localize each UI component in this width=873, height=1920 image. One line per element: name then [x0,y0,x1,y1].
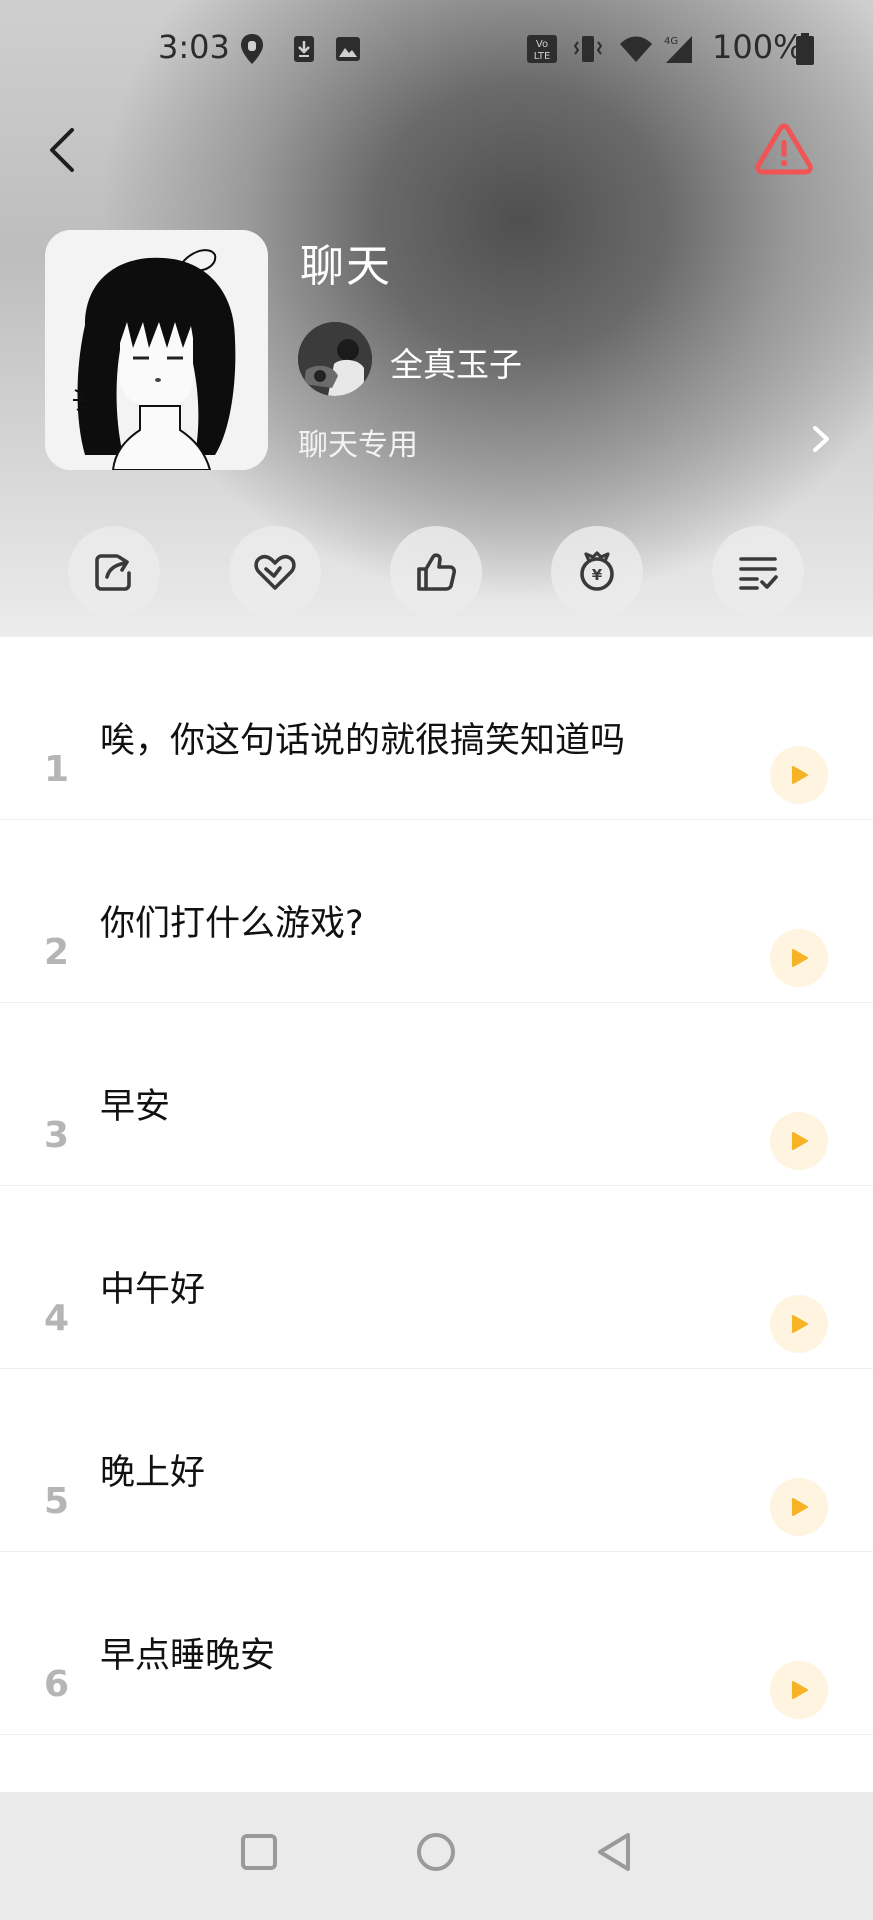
play-icon [792,766,808,784]
creator-avatar[interactable] [298,322,372,396]
track-number: 4 [44,1298,70,1339]
favorite-button[interactable] [229,526,321,618]
track-number: 5 [44,1481,70,1522]
track-number: 1 [44,749,70,790]
back-triangle-icon[interactable] [584,1822,644,1882]
track-row[interactable]: 5 晚上好 [0,1369,873,1552]
battery-percent: 100% [712,28,804,66]
playlist-cover[interactable] [45,230,268,470]
battery-icon [796,33,814,65]
chevron-right-icon[interactable] [806,422,836,456]
track-title: 早安 [100,1087,171,1127]
play-button[interactable] [770,929,828,987]
play-icon [792,1498,808,1516]
favorite-icon [254,554,296,590]
creator-name[interactable]: 全真玉子 [390,338,522,386]
signal-4g-icon: 4G [664,36,692,63]
wifi-icon [620,36,652,62]
play-button[interactable] [770,1112,828,1170]
play-icon [792,1681,808,1699]
track-number: 6 [44,1664,70,1705]
playlist-description[interactable]: 聊天专用 [298,420,418,464]
playlist-manage-button[interactable] [712,526,804,618]
recents-square-icon[interactable] [229,1822,289,1882]
track-number: 2 [44,932,70,973]
download-icon [294,36,314,62]
play-button[interactable] [770,1478,828,1536]
svg-text:Vo: Vo [536,39,548,50]
svg-text:LTE: LTE [534,51,551,62]
track-row[interactable]: 1 唉，你这句话说的就很搞笑知道吗 [0,637,873,820]
track-title: 晚上好 [100,1453,206,1493]
image-icon [336,37,360,61]
track-title: 你们打什么游戏? [100,904,364,944]
track-number: 3 [44,1115,70,1156]
status-bar: 3:03 Vo LTE 4G 100% [0,0,873,100]
playlist-icon [739,557,778,590]
status-time: 3:03 [158,28,230,66]
svg-text:4G: 4G [664,36,678,47]
vibrate-icon [573,36,603,62]
track-row[interactable]: 2 你们打什么游戏? [0,820,873,1003]
svg-text:¥: ¥ [592,566,603,584]
track-title: 中午好 [100,1270,206,1310]
share-icon [95,554,131,591]
share-button[interactable] [68,526,160,618]
play-icon [792,1132,808,1150]
reward-icon: ¥ [580,551,614,591]
track-row[interactable]: 6 早点睡晚安 [0,1552,873,1735]
play-icon [792,949,808,967]
report-button[interactable] [752,118,816,178]
like-button[interactable] [390,526,482,618]
play-icon [792,1315,808,1333]
track-title: 早点睡晚安 [100,1636,276,1676]
like-icon [417,553,457,591]
track-title: 唉，你这句话说的就很搞笑知道吗 [100,721,626,761]
track-row[interactable]: 4 中午好 [0,1186,873,1369]
volte-icon: Vo LTE [527,35,557,63]
play-button[interactable] [770,746,828,804]
home-circle-icon[interactable] [406,1822,466,1882]
play-button[interactable] [770,1295,828,1353]
reward-button[interactable]: ¥ [551,526,643,618]
system-navigation-bar [0,1792,873,1920]
play-button[interactable] [770,1661,828,1719]
track-row[interactable]: 3 早安 [0,1003,873,1186]
cover-illustration [45,230,268,470]
location-icon [241,34,263,64]
playlist-title: 聊天 [300,241,392,292]
back-button[interactable] [38,118,86,178]
